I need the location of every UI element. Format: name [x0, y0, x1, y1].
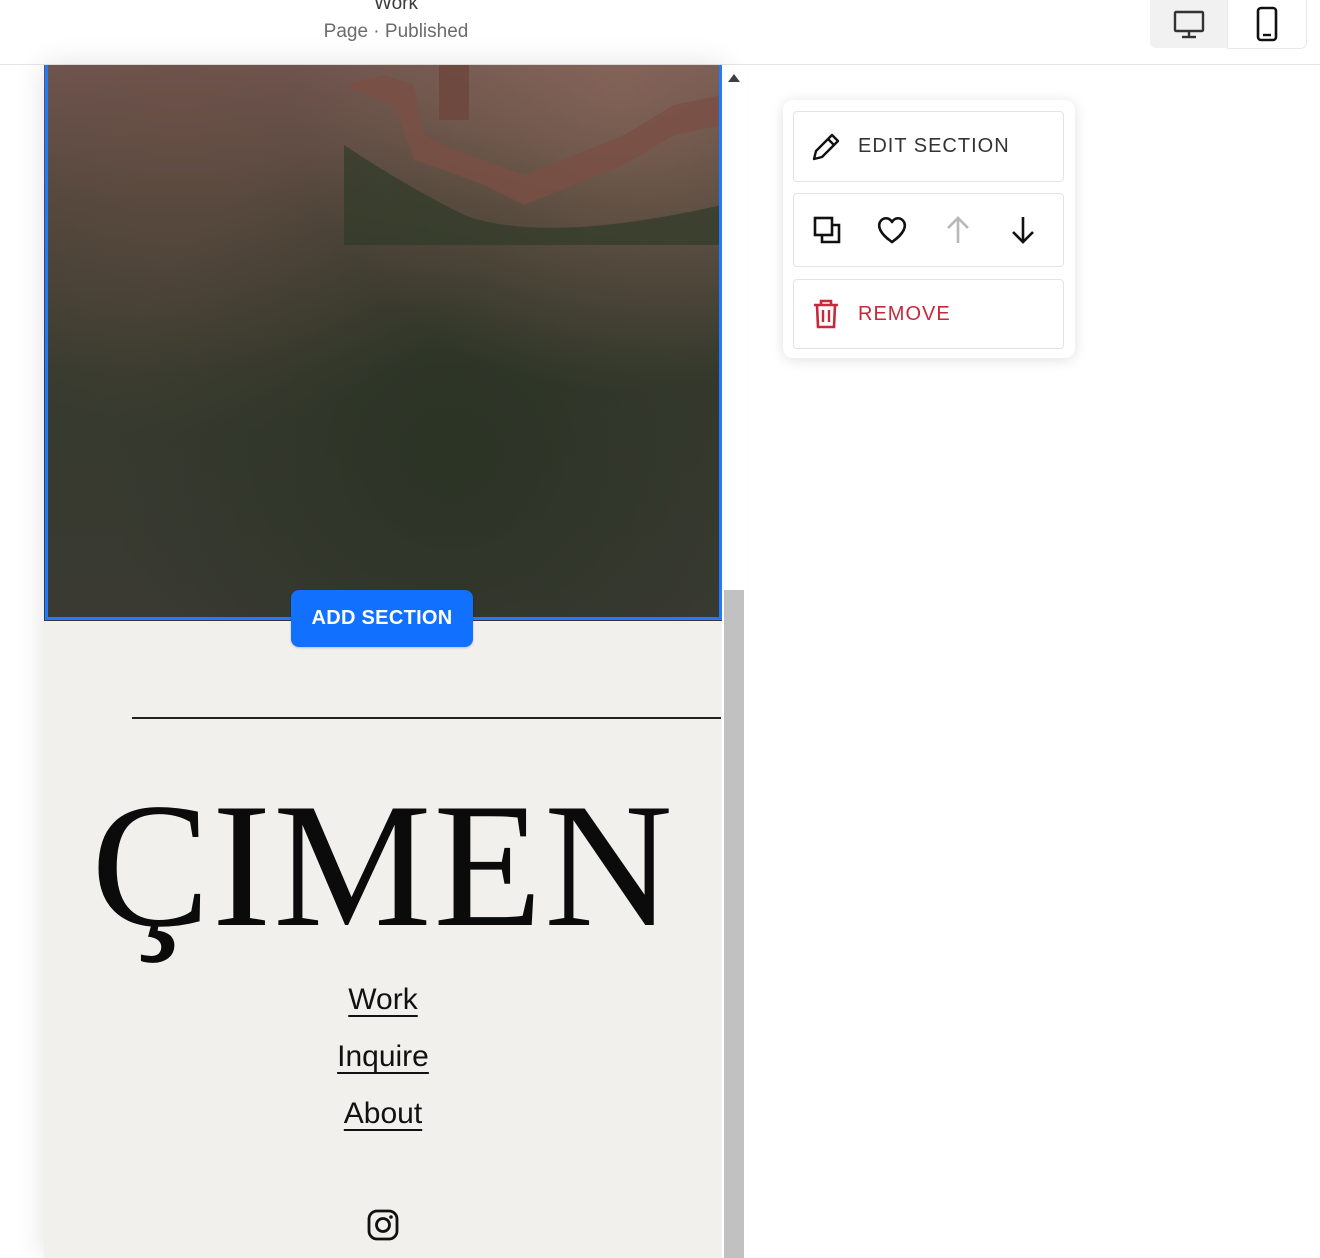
edit-section-button[interactable]: EDIT SECTION: [793, 111, 1064, 182]
page-status: Page · Published: [323, 21, 469, 42]
duplicate-section-button[interactable]: [794, 193, 860, 267]
duplicate-icon: [813, 216, 841, 244]
scrollbar-thumb[interactable]: [724, 590, 744, 1258]
footer-link-inquire[interactable]: Inquire: [337, 1037, 429, 1094]
scroll-up-arrow-icon[interactable]: [728, 74, 740, 82]
great-wall-image: [344, 65, 722, 245]
add-section-button[interactable]: ADD SECTION: [291, 590, 473, 647]
save-section-button[interactable]: [860, 193, 926, 267]
section-actions-row: [793, 193, 1064, 267]
move-section-up-button[interactable]: [925, 193, 991, 267]
section-toolbar: EDIT SECTION REMOVE: [783, 100, 1075, 358]
edit-section-label: EDIT SECTION: [858, 135, 1010, 157]
page-title: Work: [374, 0, 418, 14]
footer-divider: [132, 717, 721, 719]
instagram-icon[interactable]: [366, 1208, 400, 1242]
arrow-up-icon: [946, 216, 969, 243]
remove-label: REMOVE: [858, 302, 951, 325]
mobile-view-button[interactable]: [1228, 0, 1306, 48]
pencil-icon: [810, 131, 842, 163]
trash-icon: [810, 298, 842, 330]
heart-icon: [878, 216, 907, 244]
footer-nav: Work Inquire About: [44, 980, 722, 1151]
remove-section-button[interactable]: REMOVE: [793, 279, 1064, 349]
desktop-icon: [1173, 10, 1205, 39]
mobile-icon: [1256, 6, 1278, 42]
footer-link-work[interactable]: Work: [348, 980, 417, 1037]
desktop-view-button[interactable]: [1150, 0, 1228, 48]
move-section-down-button[interactable]: [991, 193, 1057, 267]
editor-top-bar: Work Page · Published: [0, 0, 1320, 65]
footer-link-about[interactable]: About: [344, 1094, 422, 1151]
arrow-down-icon: [1012, 217, 1035, 244]
hero-image-section[interactable]: [44, 65, 722, 621]
device-view-toggle: [1150, 0, 1306, 48]
site-brand-logo[interactable]: ÇIMEN: [44, 765, 722, 965]
